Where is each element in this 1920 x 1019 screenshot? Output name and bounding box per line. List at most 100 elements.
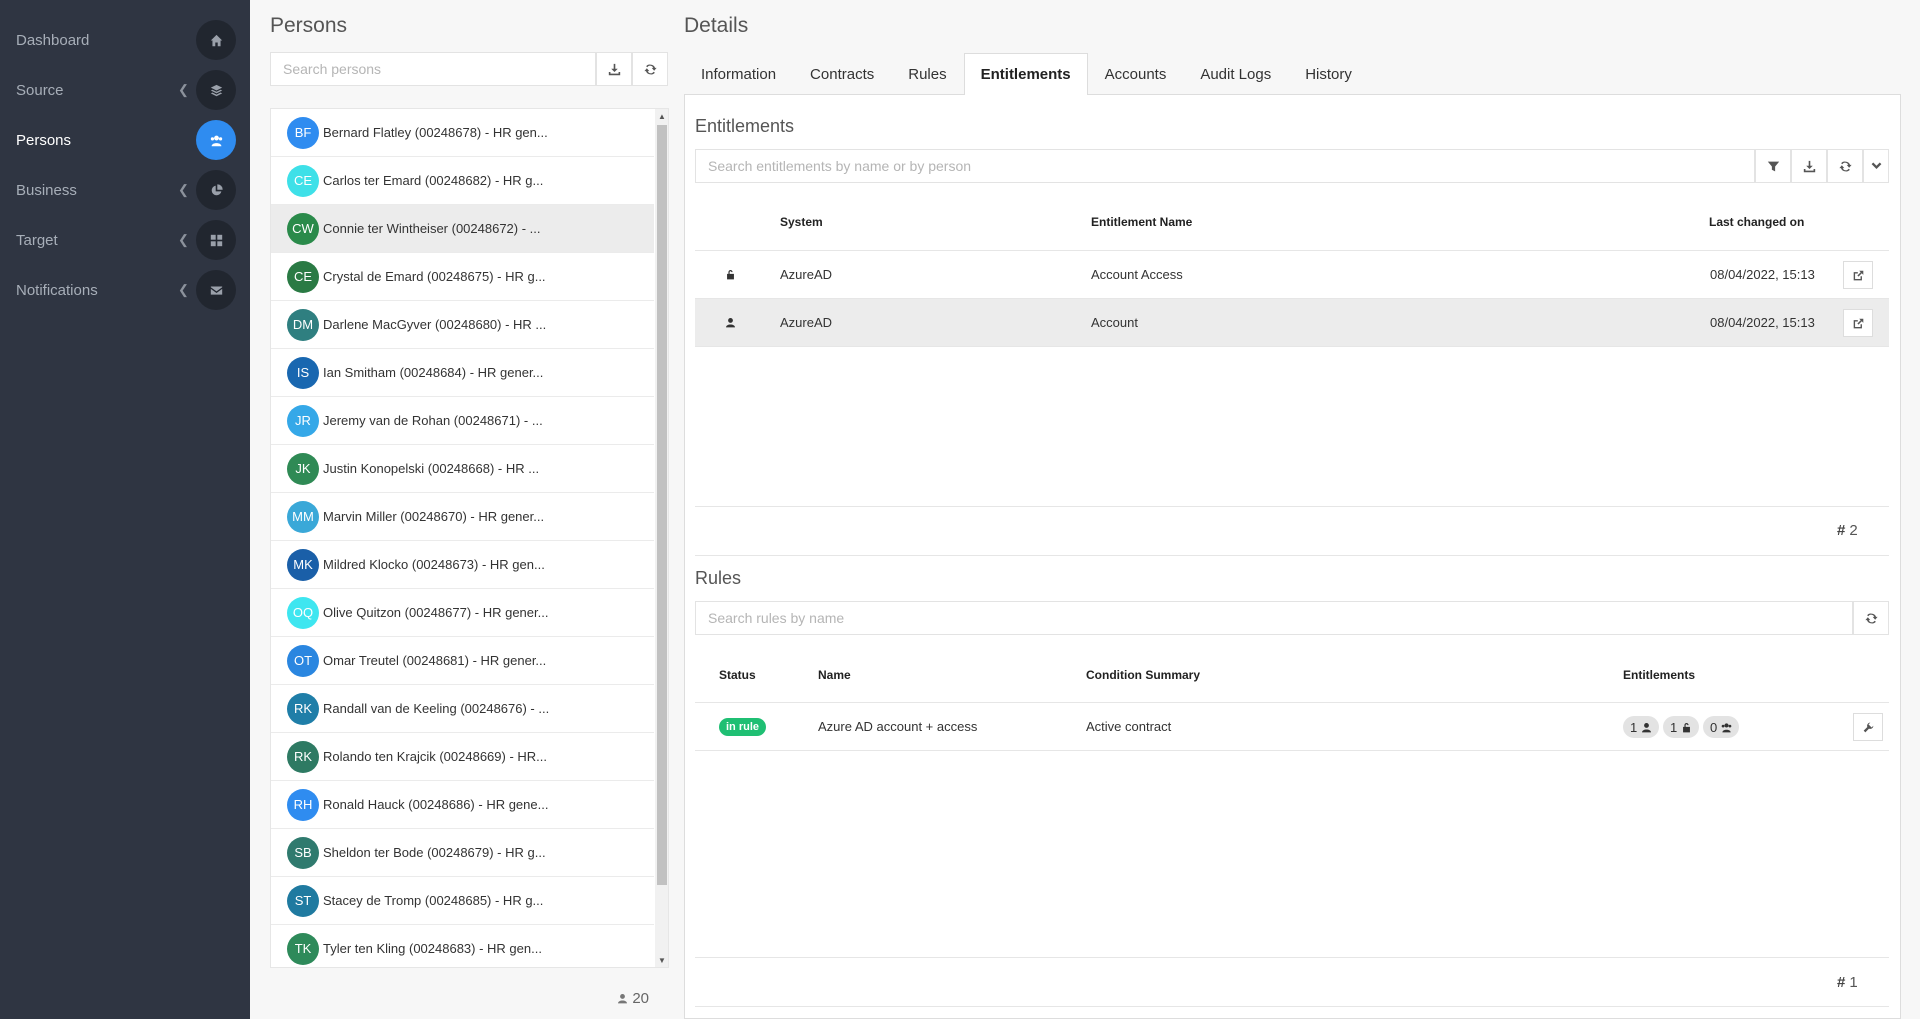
scroll-up-arrow[interactable]: ▲	[657, 111, 667, 123]
entitlement-changed: 08/04/2022, 15:13	[1710, 267, 1815, 282]
avatar: RK	[287, 692, 319, 725]
scrollbar-thumb[interactable]	[657, 125, 667, 885]
entitlements-filter-button[interactable]	[1755, 149, 1791, 183]
rule-group-count: 0	[1703, 716, 1740, 738]
entitlement-name: Account Access	[1091, 267, 1183, 282]
person-name: Crystal de Emard (00248675) - HR g...	[323, 269, 546, 284]
chevron-left-icon: ❮	[178, 182, 189, 197]
person-name: Marvin Miller (00248670) - HR gener...	[323, 509, 545, 524]
person-name: Bernard Flatley (00248678) - HR gen...	[323, 125, 548, 140]
list-item[interactable]: IS Ian Smitham (00248684) - HR gener...	[271, 349, 654, 397]
list-item[interactable]: RK Rolando ten Krajcik (00248669) - HR...	[271, 733, 654, 781]
home-icon	[196, 20, 236, 60]
persons-count-value: 20	[632, 989, 649, 1007]
entitlement-system: AzureAD	[780, 267, 833, 282]
layers-icon	[196, 70, 236, 110]
section-divider	[695, 1006, 1889, 1007]
entitlements-search-box	[695, 149, 1755, 183]
list-item[interactable]: ST Stacey de Tromp (00248685) - HR g...	[271, 877, 654, 925]
list-item[interactable]: SB Sheldon ter Bode (00248679) - HR g...	[271, 829, 654, 877]
tab-history[interactable]: History	[1288, 53, 1369, 95]
sidebar: Dashboard Source ❮ Persons Business ❮ Ta…	[0, 0, 250, 1019]
details-body	[684, 94, 1901, 1019]
person-name: Tyler ten Kling (00248683) - HR gen...	[323, 941, 542, 956]
edit-rule-button[interactable]	[1853, 713, 1883, 741]
entitlements-refresh-button[interactable]	[1827, 149, 1863, 183]
details-title: Details	[684, 14, 749, 37]
avatar: CE	[287, 260, 319, 293]
person-name: Rolando ten Krajcik (00248669) - HR...	[323, 749, 548, 764]
tab-audit-logs[interactable]: Audit Logs	[1183, 53, 1288, 95]
external-link-icon	[1853, 270, 1863, 280]
sidebar-item-label: Persons	[16, 131, 72, 149]
list-item[interactable]: CW Connie ter Wintheiser (00248672) - ...	[271, 205, 654, 253]
entitlement-changed: 08/04/2022, 15:13	[1710, 315, 1815, 330]
list-item[interactable]: BF Bernard Flatley (00248678) - HR gen...	[271, 109, 654, 157]
tab-rules[interactable]: Rules	[891, 53, 963, 95]
rules-search-input[interactable]	[696, 602, 1852, 634]
sidebar-item-persons[interactable]: Persons	[0, 115, 250, 165]
person-name: Darlene MacGyver (00248680) - HR ...	[323, 317, 547, 332]
persons-refresh-button[interactable]	[632, 52, 668, 86]
avatar: CE	[287, 164, 319, 197]
rules-footer-divider	[695, 957, 1889, 958]
table-row[interactable]: AzureAD Account Access 08/04/2022, 15:13	[695, 251, 1889, 299]
list-item[interactable]: MM Marvin Miller (00248670) - HR gener...	[271, 493, 654, 541]
rules-count-value: 1	[1849, 974, 1858, 991]
open-entitlement-button[interactable]	[1843, 309, 1873, 337]
col-header-status: Status	[719, 668, 756, 682]
list-item[interactable]: DM Darlene MacGyver (00248680) - HR ...	[271, 301, 654, 349]
entitlements-expand-button[interactable]	[1863, 149, 1889, 183]
list-item[interactable]: TK Tyler ten Kling (00248683) - HR gen...	[271, 925, 654, 967]
person-name: Olive Quitzon (00248677) - HR gener...	[323, 605, 549, 620]
open-entitlement-button[interactable]	[1843, 261, 1873, 289]
refresh-icon	[1864, 613, 1878, 623]
sidebar-item-label: Dashboard	[16, 31, 90, 49]
person-list: BF Bernard Flatley (00248678) - HR gen...…	[270, 108, 669, 968]
tab-accounts[interactable]: Accounts	[1088, 53, 1184, 95]
list-item[interactable]: MK Mildred Klocko (00248673) - HR gen...	[271, 541, 654, 589]
section-divider	[695, 555, 1889, 556]
table-row[interactable]: AzureAD Account 08/04/2022, 15:13	[695, 299, 1889, 347]
table-row[interactable]: in rule Azure AD account + access Active…	[695, 703, 1889, 751]
hash-icon: #	[1837, 522, 1846, 539]
tab-information[interactable]: Information	[684, 53, 793, 95]
list-item[interactable]: RK Randall van de Keeling (00248676) - ..…	[271, 685, 654, 733]
sidebar-item-source[interactable]: Source ❮	[0, 65, 250, 115]
list-item[interactable]: OT Omar Treutel (00248681) - HR gener...	[271, 637, 654, 685]
list-item[interactable]: JR Jeremy van de Rohan (00248671) - ...	[271, 397, 654, 445]
sidebar-item-business[interactable]: Business ❮	[0, 165, 250, 215]
avatar: SB	[287, 836, 319, 869]
tab-entitlements[interactable]: Entitlements	[963, 53, 1088, 95]
rules-refresh-button[interactable]	[1853, 601, 1889, 635]
person-name: Connie ter Wintheiser (00248672) - ...	[323, 221, 541, 236]
entitlements-search-input[interactable]	[696, 150, 1754, 182]
list-item[interactable]: CE Carlos ter Emard (00248682) - HR g...	[271, 157, 654, 205]
avatar: RK	[287, 740, 319, 773]
users-icon	[1721, 722, 1732, 732]
pie-chart-icon	[196, 170, 236, 210]
user-icon	[1642, 722, 1652, 732]
entitlements-download-button[interactable]	[1791, 149, 1827, 183]
scroll-down-arrow[interactable]: ▼	[657, 955, 667, 967]
envelope-icon	[196, 270, 236, 310]
list-item[interactable]: RH Ronald Hauck (00248686) - HR gene...	[271, 781, 654, 829]
avatar: IS	[287, 356, 319, 389]
persons-download-button[interactable]	[596, 52, 632, 86]
list-item[interactable]: JK Justin Konopelski (00248668) - HR ...	[271, 445, 654, 493]
persons-search-input[interactable]	[271, 53, 595, 85]
unlock-icon	[1683, 722, 1691, 732]
sidebar-item-notifications[interactable]: Notifications ❮	[0, 265, 250, 315]
list-item[interactable]: CE Crystal de Emard (00248675) - HR g...	[271, 253, 654, 301]
sidebar-item-label: Business	[16, 181, 77, 199]
chevron-left-icon: ❮	[178, 82, 189, 97]
status-badge: in rule	[719, 718, 767, 736]
download-icon	[1803, 160, 1815, 172]
list-item[interactable]: OQ Olive Quitzon (00248677) - HR gener...	[271, 589, 654, 637]
tab-contracts[interactable]: Contracts	[793, 53, 891, 95]
persons-title: Persons	[270, 14, 348, 37]
sidebar-item-dashboard[interactable]: Dashboard	[0, 15, 250, 65]
col-header-entitlements: Entitlements	[1623, 668, 1696, 682]
sidebar-item-target[interactable]: Target ❮	[0, 215, 250, 265]
avatar: JK	[287, 452, 319, 485]
